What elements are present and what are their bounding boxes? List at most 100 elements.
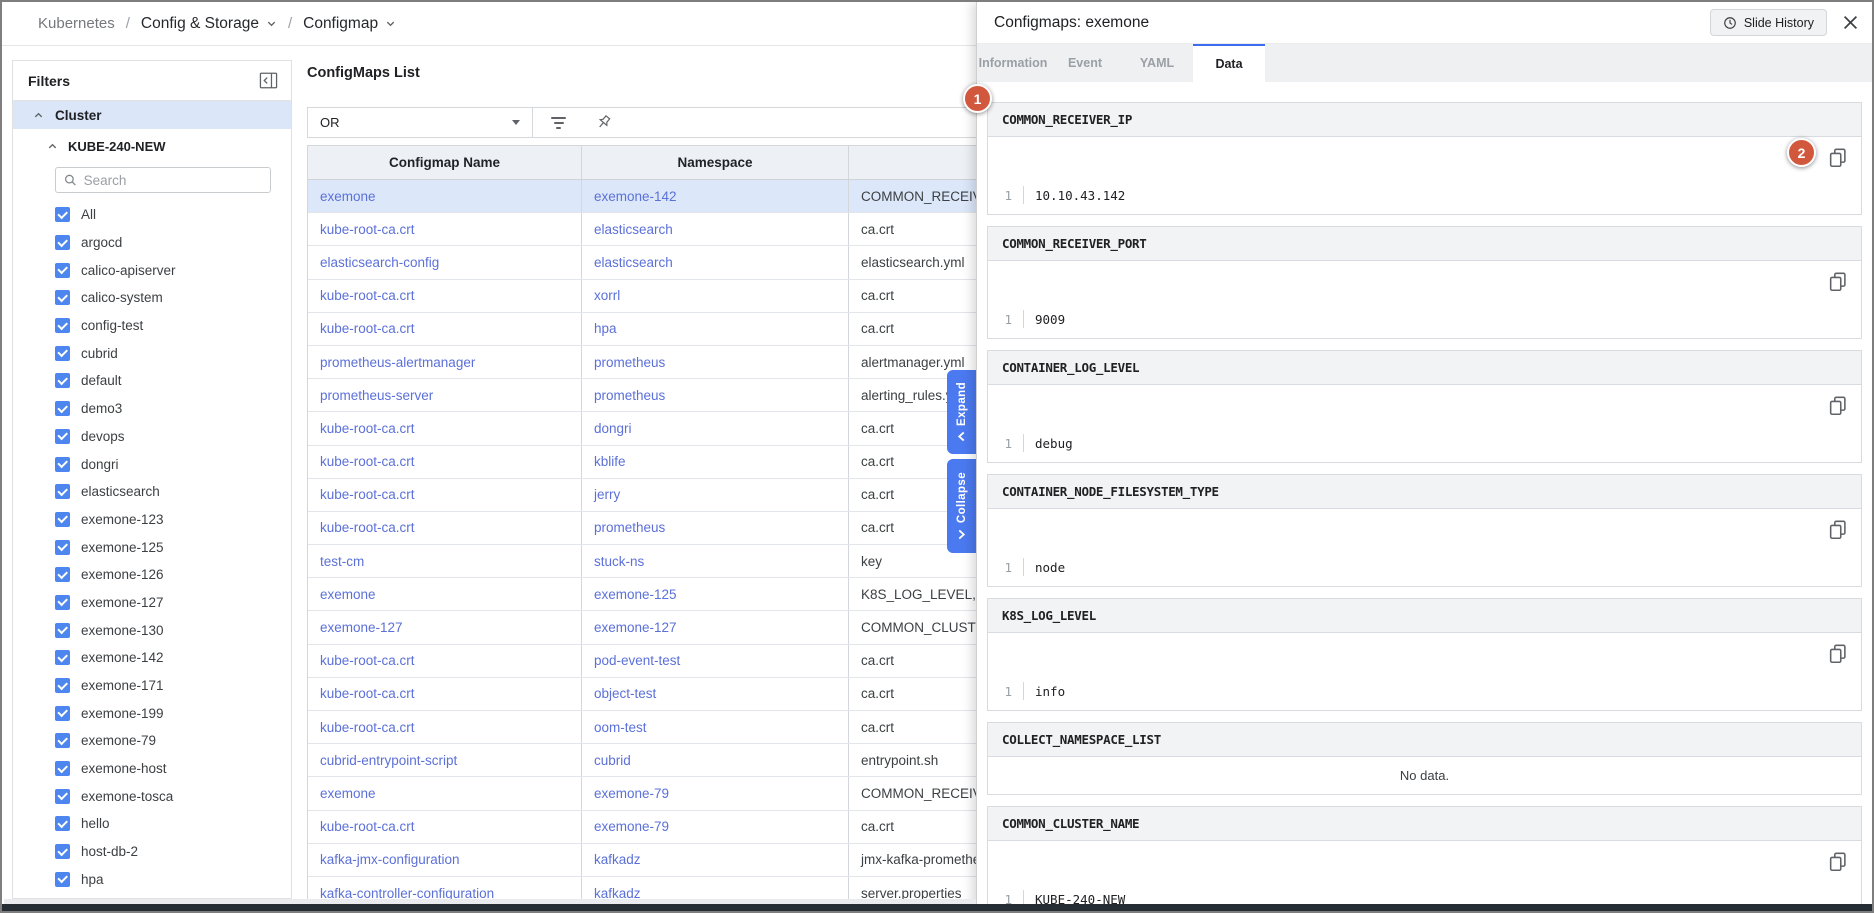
collapse-drawer-button[interactable]: Collapse	[947, 459, 976, 553]
detail-tab[interactable]: Data	[1193, 44, 1265, 82]
checkbox-checked-icon[interactable]	[55, 623, 70, 638]
checkbox-checked-icon[interactable]	[55, 678, 70, 693]
checkbox-checked-icon[interactable]	[55, 373, 70, 388]
cell-configmap-name[interactable]: kafka-jmx-configuration	[308, 844, 581, 876]
filter-group-cluster[interactable]: Cluster	[13, 101, 291, 129]
checkbox-checked-icon[interactable]	[55, 290, 70, 305]
namespace-filter-item[interactable]: calico-system	[13, 284, 291, 312]
cell-configmap-name[interactable]: kube-root-ca.crt	[308, 811, 581, 843]
cell-configmap-name[interactable]: kafka-controller-configuration	[308, 877, 581, 899]
checkbox-checked-icon[interactable]	[55, 595, 70, 610]
cell-configmap-name[interactable]: elasticsearch-config	[308, 246, 581, 278]
breadcrumb-section[interactable]: Config & Storage	[141, 15, 277, 33]
checkbox-checked-icon[interactable]	[55, 457, 70, 472]
cell-configmap-name[interactable]: prometheus-alertmanager	[308, 346, 581, 378]
copy-icon[interactable]	[1827, 643, 1849, 665]
search-input[interactable]	[84, 173, 262, 188]
detail-tab[interactable]: Event	[1049, 44, 1121, 82]
cell-namespace[interactable]: exemone-127	[581, 611, 848, 643]
checkbox-checked-icon[interactable]	[55, 567, 70, 582]
breadcrumb-app[interactable]: Kubernetes	[38, 15, 115, 32]
cell-namespace[interactable]: pod-event-test	[581, 645, 848, 677]
namespace-filter-item[interactable]: exemone-79	[13, 727, 291, 755]
cell-configmap-name[interactable]: kube-root-ca.crt	[308, 645, 581, 677]
checkbox-checked-icon[interactable]	[55, 429, 70, 444]
checkbox-checked-icon[interactable]	[55, 235, 70, 250]
filter-icon[interactable]	[551, 117, 566, 129]
namespace-filter-item[interactable]: All	[13, 201, 291, 229]
column-header-configmap-name[interactable]: Configmap Name	[308, 146, 581, 179]
checkbox-checked-icon[interactable]	[55, 844, 70, 859]
detail-tab[interactable]: Information	[977, 44, 1049, 82]
cluster-node-kube-240-new[interactable]: KUBE-240-NEW	[13, 131, 291, 161]
checkbox-checked-icon[interactable]	[55, 706, 70, 721]
cell-configmap-name[interactable]: exemone-127	[308, 611, 581, 643]
cell-namespace[interactable]: elasticsearch	[581, 213, 848, 245]
column-header-namespace[interactable]: Namespace	[581, 146, 848, 179]
namespace-filter-item[interactable]: config-test	[13, 312, 291, 340]
checkbox-checked-icon[interactable]	[55, 540, 70, 555]
cell-configmap-name[interactable]: exemone	[308, 777, 581, 809]
cell-namespace[interactable]: object-test	[581, 678, 848, 710]
cell-namespace[interactable]: exemone-142	[581, 180, 848, 212]
namespace-filter-item[interactable]: devops	[13, 423, 291, 451]
namespace-filter-item[interactable]: dongri	[13, 450, 291, 478]
breadcrumb-page[interactable]: Configmap	[303, 15, 396, 33]
namespace-filter-item[interactable]: exemone-host	[13, 755, 291, 783]
cell-namespace[interactable]: elasticsearch	[581, 246, 848, 278]
cell-configmap-name[interactable]: kube-root-ca.crt	[308, 280, 581, 312]
checkbox-checked-icon[interactable]	[55, 484, 70, 499]
cell-namespace[interactable]: hpa	[581, 313, 848, 345]
cell-namespace[interactable]: exemone-79	[581, 811, 848, 843]
checkbox-checked-icon[interactable]	[55, 816, 70, 831]
namespace-filter-item[interactable]: exemone-125	[13, 533, 291, 561]
operator-select[interactable]: OR	[308, 108, 533, 137]
namespace-filter-item[interactable]: exemone-126	[13, 561, 291, 589]
checkbox-checked-icon[interactable]	[55, 733, 70, 748]
checkbox-checked-icon[interactable]	[55, 263, 70, 278]
namespace-filter-item[interactable]: exemone-130	[13, 616, 291, 644]
cell-namespace[interactable]: dongri	[581, 412, 848, 444]
namespace-filter-item[interactable]: exemone-tosca	[13, 782, 291, 810]
namespace-filter-item[interactable]: default	[13, 367, 291, 395]
cell-configmap-name[interactable]: kube-root-ca.crt	[308, 479, 581, 511]
cell-namespace[interactable]: prometheus	[581, 512, 848, 544]
namespace-filter-item[interactable]: host-db-2	[13, 838, 291, 866]
copy-icon[interactable]	[1827, 271, 1849, 293]
cell-configmap-name[interactable]: prometheus-server	[308, 379, 581, 411]
cell-namespace[interactable]: stuck-ns	[581, 545, 848, 577]
copy-icon[interactable]	[1827, 851, 1849, 873]
checkbox-checked-icon[interactable]	[55, 401, 70, 416]
namespace-filter-item[interactable]: calico-apiserver	[13, 256, 291, 284]
copy-icon[interactable]	[1827, 395, 1849, 417]
cell-configmap-name[interactable]: kube-root-ca.crt	[308, 412, 581, 444]
cell-configmap-name[interactable]: kube-root-ca.crt	[308, 213, 581, 245]
detail-tab[interactable]: YAML	[1121, 44, 1193, 82]
cell-namespace[interactable]: exemone-79	[581, 777, 848, 809]
namespace-filter-item[interactable]: exemone-142	[13, 644, 291, 672]
namespace-filter-item[interactable]: cubrid	[13, 339, 291, 367]
checkbox-checked-icon[interactable]	[55, 346, 70, 361]
cell-namespace[interactable]: kafkadz	[581, 844, 848, 876]
checkbox-checked-icon[interactable]	[55, 789, 70, 804]
copy-icon[interactable]	[1827, 147, 1849, 169]
namespace-filter-item[interactable]: demo3	[13, 395, 291, 423]
namespace-filter-item[interactable]: hpa	[13, 866, 291, 894]
namespace-filter-item[interactable]: exemone-127	[13, 589, 291, 617]
checkbox-checked-icon[interactable]	[55, 512, 70, 527]
slide-history-button[interactable]: Slide History	[1710, 9, 1827, 36]
checkbox-checked-icon[interactable]	[55, 207, 70, 222]
namespace-filter-item[interactable]: exemone-123	[13, 506, 291, 534]
cell-namespace[interactable]: cubrid	[581, 744, 848, 776]
checkbox-checked-icon[interactable]	[55, 872, 70, 887]
namespace-filter-item[interactable]: exemone-199	[13, 699, 291, 727]
cell-namespace[interactable]: exemone-125	[581, 578, 848, 610]
namespace-filter-item[interactable]: elasticsearch	[13, 478, 291, 506]
cell-namespace[interactable]: kblife	[581, 446, 848, 478]
cell-namespace[interactable]: prometheus	[581, 346, 848, 378]
cell-configmap-name[interactable]: exemone	[308, 578, 581, 610]
cell-namespace[interactable]: kafkadz	[581, 877, 848, 899]
close-panel-button[interactable]	[1840, 13, 1860, 33]
collapse-panel-icon[interactable]	[259, 72, 278, 89]
cell-configmap-name[interactable]: cubrid-entrypoint-script	[308, 744, 581, 776]
